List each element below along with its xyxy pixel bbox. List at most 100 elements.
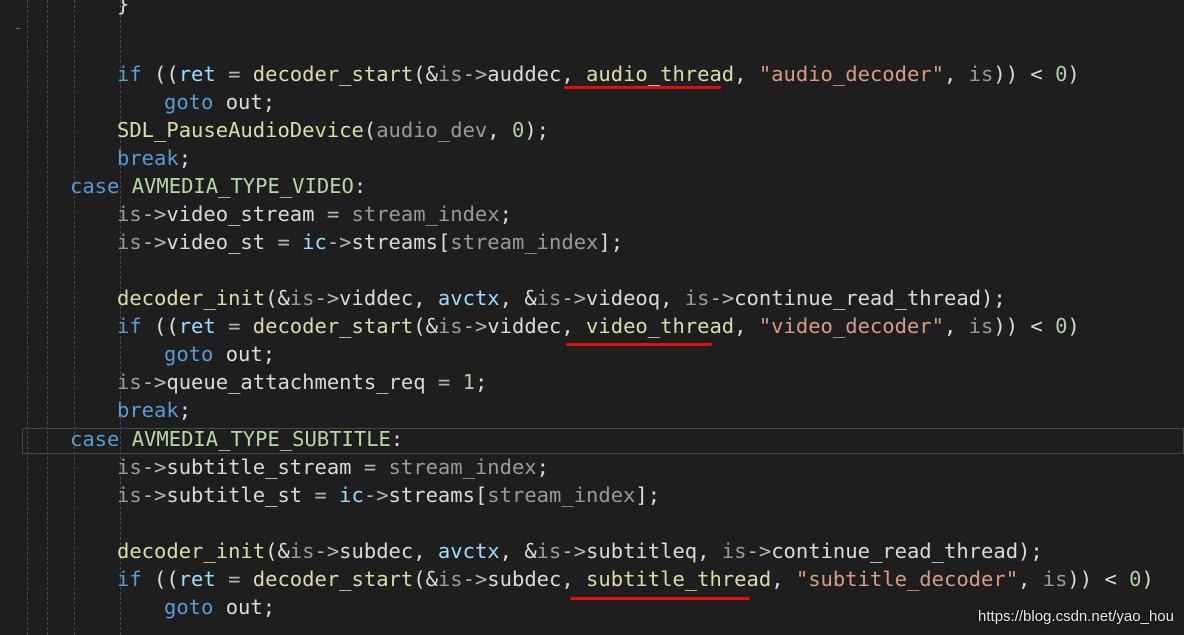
code-token: decoder_init	[117, 286, 266, 310]
code-token: =	[215, 314, 253, 338]
code-token: ,	[734, 62, 759, 86]
code-token: ic	[302, 230, 327, 254]
code-line[interactable]: is->subtitle_st = ic->streams[stream_ind…	[117, 481, 660, 509]
code-line[interactable]: SDL_PauseAudioDevice(audio_dev, 0);	[117, 116, 549, 144]
code-token: if	[117, 314, 142, 338]
code-token: "subtitle_decoder"	[795, 567, 1019, 591]
code-token: subtitle_thread	[586, 567, 772, 591]
code-token: if	[117, 62, 142, 86]
code-line[interactable]: case AVMEDIA_TYPE_SUBTITLE:	[70, 425, 403, 453]
code-token: ->	[363, 483, 389, 507]
code-token: audio_thread	[586, 62, 735, 86]
code-token: is	[117, 483, 142, 507]
code-token: ->	[561, 286, 587, 310]
code-token: viddec	[487, 314, 562, 338]
code-token: decoder_start	[252, 314, 414, 338]
code-token: is	[437, 314, 463, 338]
code-line[interactable]: goto out;	[164, 340, 275, 368]
code-line[interactable]: if ((ret = decoder_start(&is->subdec, su…	[117, 565, 1154, 593]
code-token: break	[117, 398, 179, 422]
code-token: (&	[265, 286, 290, 310]
code-line[interactable]: break;	[117, 144, 191, 172]
code-token: subtitle_st	[166, 483, 303, 507]
code-line[interactable]: goto out;	[164, 88, 275, 116]
code-token: stream_index	[487, 483, 636, 507]
code-line[interactable]: break;	[117, 396, 191, 424]
code-token: avctx	[437, 286, 500, 310]
fold-marker	[16, 28, 20, 29]
code-token: (&	[413, 567, 438, 591]
code-token: streams	[388, 483, 475, 507]
red-underline-video-thread	[566, 343, 712, 346]
code-line[interactable]: goto out;	[164, 593, 275, 621]
code-token: is	[437, 567, 463, 591]
code-token: );	[524, 118, 549, 142]
code-token: out;	[213, 595, 276, 619]
code-token: , &	[499, 286, 537, 310]
code-token: )	[1067, 62, 1080, 86]
code-token: break	[117, 146, 179, 170]
code-line[interactable]: decoder_init(&is->viddec, avctx, &is->vi…	[117, 284, 1006, 312]
code-token: ;	[178, 398, 192, 422]
code-token: "audio_decoder"	[758, 62, 944, 86]
code-token: ;	[499, 202, 512, 226]
code-line[interactable]: is->subtitle_stream = stream_index;	[117, 453, 549, 481]
code-line[interactable]: is->video_st = ic->streams[stream_index]…	[117, 228, 623, 256]
code-token: 0	[1055, 62, 1068, 86]
code-token: "video_decoder"	[758, 314, 944, 338]
code-token: =	[265, 230, 303, 254]
code-token: :	[390, 427, 404, 451]
code-token: AVMEDIA_TYPE_SUBTITLE	[131, 427, 391, 451]
code-token: decoder_start	[252, 567, 414, 591]
red-underline-subtitle-thread	[570, 597, 750, 600]
code-token: continue_read_thread	[734, 286, 982, 310]
code-token: (&	[413, 62, 438, 86]
code-line[interactable]: if ((ret = decoder_start(&is->auddec, au…	[117, 60, 1080, 88]
code-token: ->	[314, 286, 340, 310]
code-token: ,	[561, 567, 587, 591]
code-token: ->	[141, 455, 167, 479]
code-line[interactable]: if ((ret = decoder_start(&is->viddec, vi…	[117, 312, 1080, 340]
code-token: continue_read_thread	[771, 539, 1019, 563]
code-token: stream_index	[388, 455, 537, 479]
code-token: subtitleq	[586, 539, 698, 563]
code-editor[interactable]: } if ((ret = decoder_start(&is->auddec, a…	[0, 0, 1184, 635]
code-token: );	[981, 286, 1006, 310]
code-line[interactable]: decoder_init(&is->subdec, avctx, &is->su…	[117, 537, 1043, 565]
code-token: ,	[487, 118, 512, 142]
code-token: SDL_PauseAudioDevice	[117, 118, 364, 142]
code-token: audio_dev	[376, 118, 488, 142]
code-token: ,	[660, 286, 685, 310]
code-token: }	[117, 0, 130, 16]
code-line[interactable]: is->queue_attachments_req = 1;	[117, 368, 487, 396]
code-token: ->	[314, 539, 340, 563]
code-line[interactable]: }	[117, 0, 129, 18]
code-token: 1	[462, 370, 475, 394]
code-token: out;	[213, 90, 276, 114]
code-token: is	[117, 202, 142, 226]
code-token: is	[1042, 567, 1068, 591]
code-token: queue_attachments_req	[166, 370, 426, 394]
code-token: );	[1018, 539, 1043, 563]
code-token: is	[437, 62, 463, 86]
code-token: ,	[561, 62, 587, 86]
code-token: videoq	[586, 286, 661, 310]
code-token: =	[425, 370, 463, 394]
code-token: streams	[351, 230, 438, 254]
code-token: is	[536, 539, 562, 563]
code-token: is	[968, 314, 994, 338]
code-token: =	[351, 455, 389, 479]
code-token: subdec	[339, 539, 414, 563]
code-token: out;	[213, 342, 276, 366]
code-token: case	[70, 174, 120, 198]
code-line[interactable]: is->video_stream = stream_index;	[117, 200, 512, 228]
code-token: ->	[141, 230, 167, 254]
code-token: ,	[561, 314, 587, 338]
indent-guide	[47, 0, 48, 635]
code-token: 0	[1055, 314, 1068, 338]
red-underline-audio-thread	[564, 86, 721, 89]
code-token: ->	[141, 483, 167, 507]
code-line[interactable]: case AVMEDIA_TYPE_VIDEO:	[70, 172, 366, 200]
